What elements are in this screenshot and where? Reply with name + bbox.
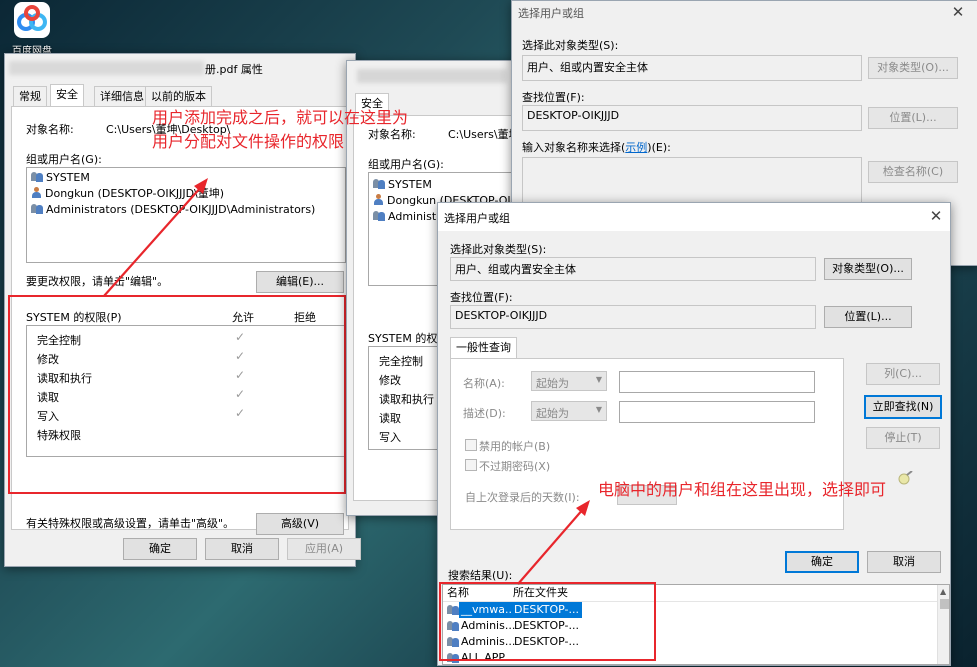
annotation-arrows	[103, 178, 590, 585]
desktop: { "desktop": { "icon_label": "百度网盘" }, "…	[0, 0, 977, 667]
arrow-top	[103, 185, 203, 297]
arrow-bottom	[517, 507, 585, 585]
